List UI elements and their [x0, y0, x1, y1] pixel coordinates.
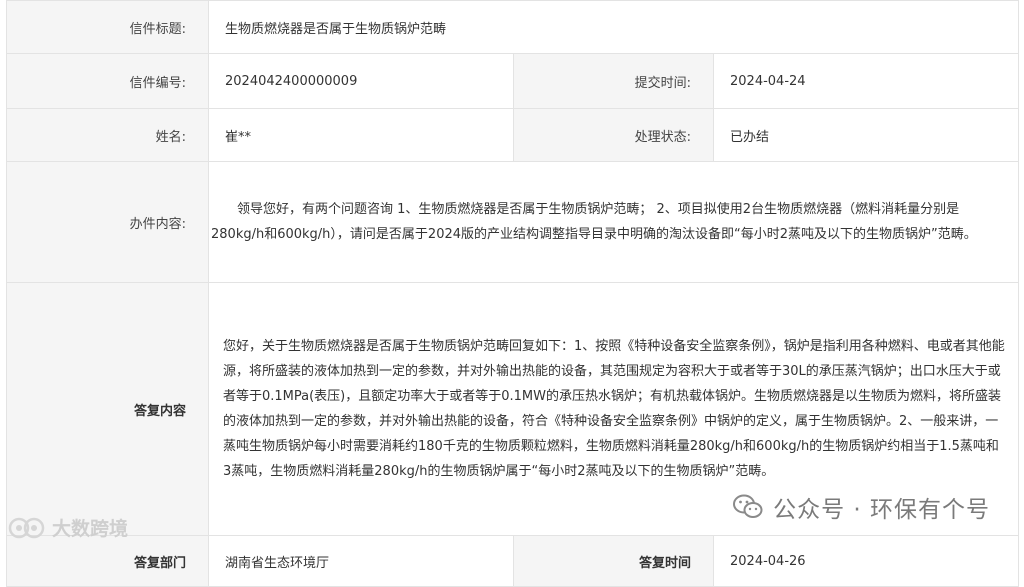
brand-logo-icon — [8, 515, 48, 541]
dept-label: 答复部门 — [6, 535, 209, 587]
content-cell: 领导您好，有两个问题咨询 1、生物质燃烧器是否属于生物质锅炉范畴； 2、项目拟使… — [208, 161, 1019, 283]
number-value: 2024042400000009 — [208, 53, 514, 109]
row-number: 信件编号: 2024042400000009 提交时间: 2024-04-24 — [6, 53, 1019, 109]
content-label: 办件内容: — [6, 161, 209, 283]
row-name: 姓名: 崔** 处理状态: 已办结 — [6, 108, 1019, 162]
status-label: 处理状态: — [513, 108, 714, 162]
row-title: 信件标题: 生物质燃烧器是否属于生物质锅炉范畴 — [6, 0, 1019, 54]
watermark-wechat: 公众号 · 环保有个号 — [729, 490, 994, 524]
watermark-brand: 大数跨境 — [8, 514, 128, 541]
reply-time-label: 答复时间 — [513, 535, 714, 587]
dept-value: 湖南省生态环境厅 — [208, 535, 514, 587]
content-value: 领导您好，有两个问题咨询 1、生物质燃烧器是否属于生物质锅炉范畴； 2、项目拟使… — [211, 202, 977, 242]
row-dept: 答复部门 湖南省生态环境厅 答复时间 2024-04-26 — [6, 535, 1019, 587]
wechat-icon — [733, 494, 763, 520]
watermark-wechat-text: 公众号 · 环保有个号 — [773, 497, 990, 523]
name-label: 姓名: — [6, 108, 209, 162]
status-value: 已办结 — [713, 108, 1019, 162]
reply-time-value: 2024-04-26 — [713, 535, 1019, 587]
reply-label: 答复内容 — [6, 282, 209, 536]
watermark-brand-text: 大数跨境 — [52, 518, 129, 540]
submit-time-label: 提交时间: — [513, 53, 714, 109]
submit-time-value: 2024-04-24 — [713, 53, 1019, 109]
title-value: 生物质燃烧器是否属于生物质锅炉范畴 — [208, 0, 1019, 54]
number-label: 信件编号: — [6, 53, 209, 109]
title-label: 信件标题: — [6, 0, 209, 54]
name-value: 崔** — [208, 108, 514, 162]
row-content: 办件内容: 领导您好，有两个问题咨询 1、生物质燃烧器是否属于生物质锅炉范畴； … — [6, 161, 1019, 283]
